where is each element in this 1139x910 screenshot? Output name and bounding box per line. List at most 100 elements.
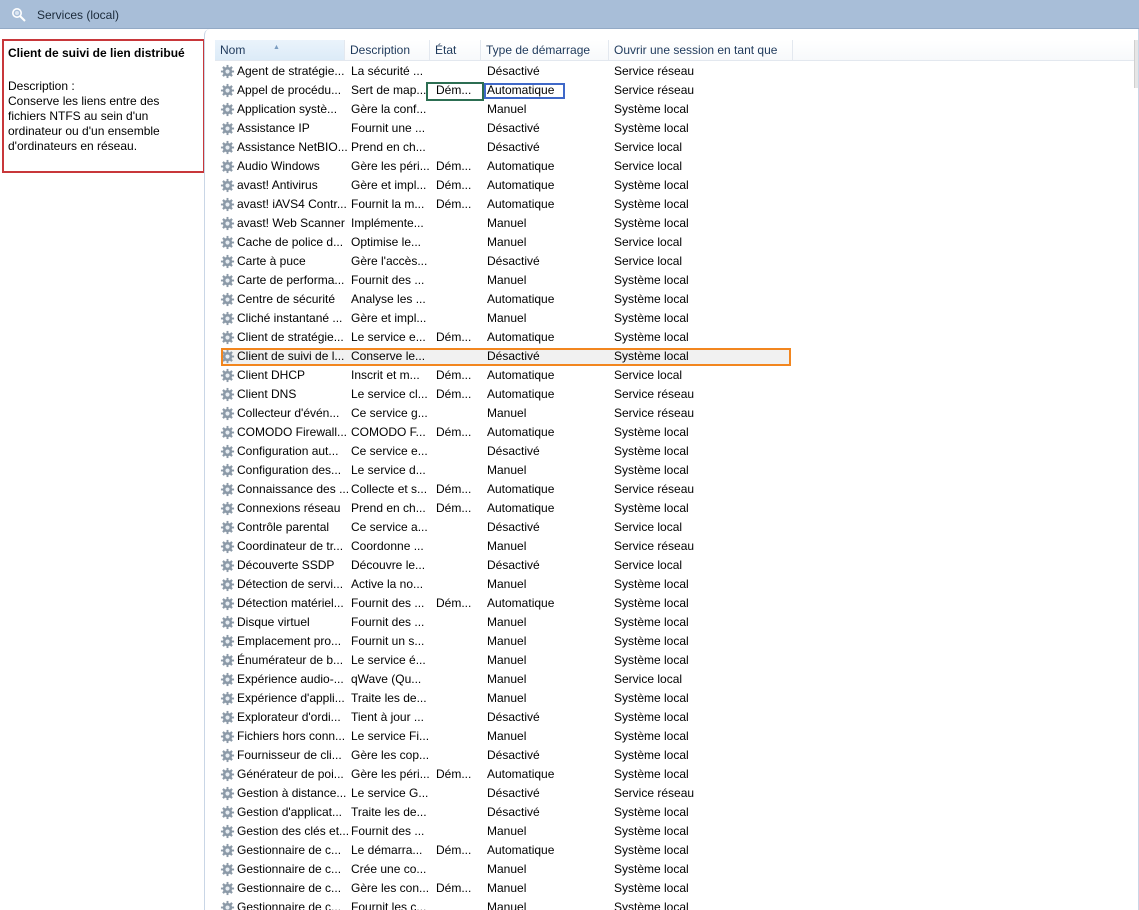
table-row[interactable]: Expérience audio-... qWave (Qu... Manuel Se… — [215, 670, 1139, 689]
table-row[interactable]: Client de stratégie... Le service e... Dém… — [215, 328, 1139, 347]
table-row[interactable]: Coordinateur de tr... Coordonne ... Manuel… — [215, 537, 1139, 556]
cell-logon-as: Service local — [614, 140, 683, 154]
service-details-box: Client de suivi de lien distribué Descri… — [2, 39, 205, 173]
column-header-state[interactable]: État — [430, 40, 481, 60]
table-row[interactable]: Fichiers hors conn... Le service Fi... Man… — [215, 727, 1139, 746]
service-gear-icon — [220, 140, 235, 155]
table-row[interactable]: Contrôle parental Ce service a... Désactiv… — [215, 518, 1139, 537]
cell-description: Crée une co... — [351, 862, 427, 876]
table-row[interactable]: Fournisseur de cli... Gère les cop... Désa… — [215, 746, 1139, 765]
service-gear-icon — [220, 520, 235, 535]
table-row[interactable]: Cliché instantané ... Gère et impl... Manu… — [215, 309, 1139, 328]
cell-description: Gère et impl... — [351, 311, 427, 325]
cell-state — [436, 822, 482, 841]
table-row[interactable]: Carte de performa... Fournit des ... Manue… — [215, 271, 1139, 290]
table-row[interactable]: Assistance NetBIO... Prend en ch... Désact… — [215, 138, 1139, 157]
cell-description: Découvre le... — [351, 558, 426, 572]
table-row[interactable]: Disque virtuel Fournit des ... Manuel Systè… — [215, 613, 1139, 632]
table-row[interactable]: Audio Windows Gère les péri... Dém... Autom… — [215, 157, 1139, 176]
table-row[interactable]: Carte à puce Gère l'accès... Désactivé Serv… — [215, 252, 1139, 271]
cell-state — [436, 518, 482, 537]
table-row[interactable]: Gestionnaire de c... Fournit les c... Manu… — [215, 898, 1139, 910]
service-gear-icon — [220, 596, 235, 611]
table-row[interactable]: COMODO Firewall... COMODO F... Dém... Autom… — [215, 423, 1139, 442]
cell-startup-type: Manuel — [487, 653, 527, 667]
cell-logon-as: Système local — [614, 596, 689, 610]
cell-startup-type: Manuel — [487, 577, 527, 591]
table-row[interactable]: avast! Antivirus Gère et impl... Dém... Aut… — [215, 176, 1139, 195]
column-header-logon-as[interactable]: Ouvrir une session en tant que — [609, 40, 793, 60]
table-row[interactable]: Gestionnaire de c... Crée une co... Manuel… — [215, 860, 1139, 879]
table-row[interactable]: Cache de police d... Optimise le... Manuel… — [215, 233, 1139, 252]
service-gear-icon — [220, 425, 235, 440]
cell-startup-type: Automatique — [487, 482, 555, 496]
table-row[interactable]: Connaissance des ... Collecte et s... Dém.… — [215, 480, 1139, 499]
cell-name: Collecteur d'évén... — [237, 406, 340, 420]
cell-name: Connexions réseau — [237, 501, 341, 515]
table-row[interactable]: Gestion à distance... Le service G... Désa… — [215, 784, 1139, 803]
cell-startup-type: Automatique — [487, 843, 555, 857]
cell-startup-type: Manuel — [487, 900, 527, 910]
table-row[interactable]: Client DHCP Inscrit et m... Dém... Automati… — [215, 366, 1139, 385]
cell-name: Carte à puce — [237, 254, 306, 268]
service-gear-icon — [220, 178, 235, 193]
cell-description: Traite les de... — [351, 691, 427, 705]
table-row[interactable]: Expérience d'appli... Traite les de... Man… — [215, 689, 1139, 708]
column-header-startup-type[interactable]: Type de démarrage — [481, 40, 609, 60]
table-row[interactable]: Détection matériel... Fournit des ... Dém.… — [215, 594, 1139, 613]
table-row[interactable]: Collecteur d'évén... Ce service g... Manue… — [215, 404, 1139, 423]
cell-description: COMODO F... — [351, 425, 426, 439]
cell-name: Audio Windows — [237, 159, 320, 173]
table-row[interactable]: Connexions réseau Prend en ch... Dém... Aut… — [215, 499, 1139, 518]
table-row[interactable]: Énumérateur de b... Le service é... Manuel… — [215, 651, 1139, 670]
cell-description: Inscrit et m... — [351, 368, 420, 382]
service-gear-icon — [220, 824, 235, 839]
cell-logon-as: Service local — [614, 672, 683, 686]
cell-state — [436, 746, 482, 765]
cell-description: Gère les con... — [351, 881, 430, 895]
table-row[interactable]: Configuration des... Le service d... Manue… — [215, 461, 1139, 480]
table-row[interactable]: Agent de stratégie... La sécurité ... Désa… — [215, 62, 1139, 81]
table-row[interactable]: Générateur de poi... Gère les péri... Dém.… — [215, 765, 1139, 784]
table-row[interactable]: Détection de servi... Active la no... Manu… — [215, 575, 1139, 594]
table-row[interactable]: Emplacement pro... Fournit un s... Manuel S… — [215, 632, 1139, 651]
table-row[interactable]: Gestionnaire de c... Le démarra... Dém... A… — [215, 841, 1139, 860]
table-row[interactable]: Centre de sécurité Analyse les ... Automat… — [215, 290, 1139, 309]
table-row[interactable]: avast! Web Scanner Implémente... Manuel Sys… — [215, 214, 1139, 233]
table-row[interactable]: Application systè... Gère la conf... Manue… — [215, 100, 1139, 119]
column-header-description[interactable]: Description — [345, 40, 430, 60]
service-gear-icon — [220, 387, 235, 402]
cell-description: Ce service a... — [351, 520, 428, 534]
cell-description: Gère l'accès... — [351, 254, 428, 268]
table-row[interactable]: Gestionnaire de c... Gère les con... Dém..… — [215, 879, 1139, 898]
cell-description: Gère la conf... — [351, 102, 427, 116]
cell-state — [436, 651, 482, 670]
cell-state — [436, 632, 482, 651]
cell-description: Fournit des ... — [351, 615, 425, 629]
table-row[interactable]: Appel de procédu... Sert de map... Dém... A… — [215, 81, 1139, 100]
cell-name: Carte de performa... — [237, 273, 345, 287]
table-row[interactable]: Explorateur d'ordi... Tient à jour ... Dés… — [215, 708, 1139, 727]
table-row[interactable]: Client DNS Le service cl... Dém... Automati… — [215, 385, 1139, 404]
table-row[interactable]: Gestion des clés et... Fournit des ... Man… — [215, 822, 1139, 841]
service-gear-icon — [220, 197, 235, 212]
table-row[interactable]: avast! iAVS4 Contr... Fournit la m... Dém.… — [215, 195, 1139, 214]
cell-startup-type: Désactivé — [487, 121, 540, 135]
table-row[interactable]: Gestion d'applicat... Traite les de... Dés… — [215, 803, 1139, 822]
cell-logon-as: Système local — [614, 330, 689, 344]
column-header-name[interactable]: ▲ Nom — [215, 40, 345, 60]
table-row[interactable]: Configuration aut... Ce service e... Désac… — [215, 442, 1139, 461]
service-gear-icon — [220, 615, 235, 630]
cell-name: Appel de procédu... — [237, 83, 342, 97]
service-gear-icon — [220, 121, 235, 136]
table-row[interactable]: Client de suivi de l... Conserve le... Dés… — [215, 347, 1139, 366]
cell-logon-as: Service réseau — [614, 539, 695, 553]
cell-state — [436, 670, 482, 689]
table-row[interactable]: Assistance IP Fournit une ... Désactivé Sys… — [215, 119, 1139, 138]
cell-name: Contrôle parental — [237, 520, 330, 534]
table-row[interactable]: Découverte SSDP Découvre le... Désactivé Se… — [215, 556, 1139, 575]
service-gear-icon — [220, 748, 235, 763]
service-gear-icon — [220, 843, 235, 858]
cell-startup-type: Manuel — [487, 463, 527, 477]
cell-name: Client de stratégie... — [237, 330, 344, 344]
